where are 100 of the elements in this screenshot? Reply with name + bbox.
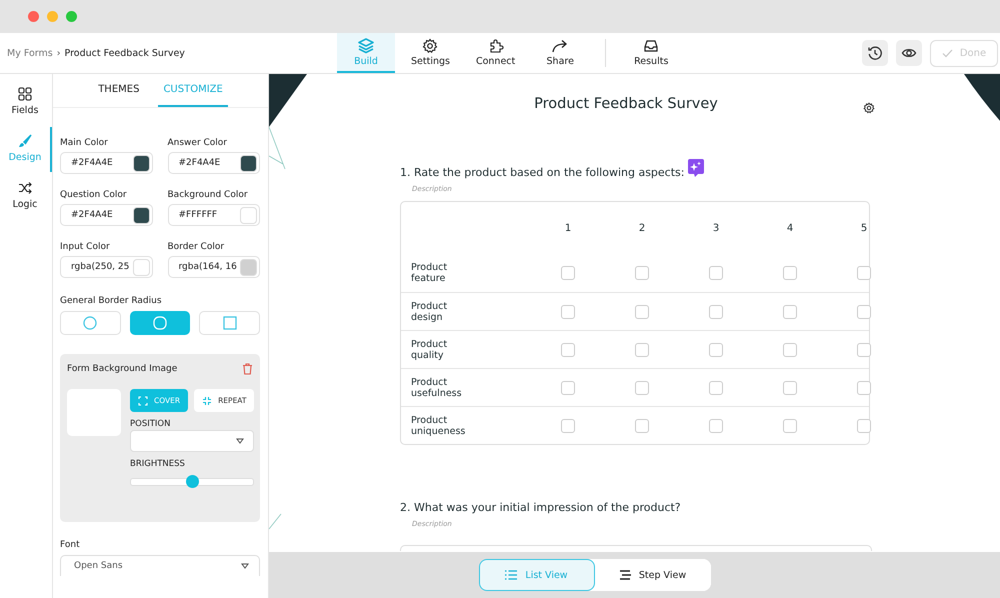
checkbox[interactable] [783, 418, 797, 432]
shrink-icon [202, 396, 212, 406]
checkbox[interactable] [635, 266, 649, 280]
breadcrumb-separator: › [56, 48, 61, 58]
preview-button[interactable] [896, 40, 922, 66]
maximize-icon[interactable] [66, 11, 77, 22]
inbox-icon [643, 38, 660, 54]
sidebar-item[interactable]: Logic [0, 174, 52, 219]
card-title: Form Background Image [67, 364, 178, 374]
square-icon [222, 316, 237, 330]
color-swatch[interactable] [132, 154, 150, 172]
field-label: Background Color [168, 190, 249, 200]
history-button[interactable] [862, 40, 888, 66]
column-header: 2 [638, 222, 646, 234]
column-header: 5 [860, 222, 868, 234]
checkbox[interactable] [709, 380, 723, 394]
nav-tab[interactable]: Connect [466, 33, 526, 73]
checkbox[interactable] [709, 304, 723, 318]
row-label: Product feature [410, 262, 448, 284]
field-label: POSITION [130, 419, 172, 429]
sidebar-item[interactable]: Fields [0, 80, 52, 125]
corner-shape [964, 74, 1000, 122]
question-text: 1. Rate the product based on the following aspects: [400, 165, 684, 179]
history-icon [867, 45, 883, 61]
brush-icon [18, 134, 32, 148]
checkbox[interactable] [783, 304, 797, 318]
row-label: Product quality [410, 338, 448, 360]
color-input[interactable]: #2F4A4E [60, 152, 152, 174]
color-input[interactable]: rgba(250, 25 [60, 256, 152, 278]
field-label: Main Color [60, 138, 109, 148]
color-input[interactable]: rgba(164, 16 [168, 256, 260, 278]
breadcrumb-current: Product Feedback Survey [64, 48, 185, 58]
breadcrumb-link[interactable]: My Forms [7, 48, 53, 58]
checkbox[interactable] [561, 304, 575, 318]
checkbox[interactable] [635, 342, 649, 356]
answer-field[interactable] [400, 545, 872, 551]
color-input[interactable]: #2F4A4E [60, 204, 152, 226]
panel-tab[interactable]: THEMES [93, 74, 144, 107]
color-swatch[interactable] [240, 154, 257, 172]
checkbox[interactable] [635, 418, 649, 432]
checkbox[interactable] [857, 266, 871, 280]
position-dropdown[interactable] [130, 430, 254, 452]
checkbox[interactable] [709, 342, 723, 356]
caret-icon [236, 438, 244, 444]
checkbox[interactable] [561, 418, 575, 432]
checkbox[interactable] [635, 380, 649, 394]
grid-icon [18, 87, 32, 101]
sparkle-icon[interactable] [688, 159, 704, 177]
field-label: General Border Radius [60, 296, 163, 306]
column-header: 1 [564, 222, 572, 234]
decorative-line [269, 514, 282, 530]
settings-icon[interactable] [863, 102, 875, 114]
color-swatch[interactable] [240, 258, 257, 276]
question-text: 2. What was your initial impression of the product? [400, 501, 681, 514]
trash-icon[interactable] [242, 363, 253, 375]
field-label: Font [60, 540, 81, 550]
font-dropdown[interactable]: Open Sans [60, 555, 260, 576]
nav-tab[interactable]: Results [622, 33, 680, 73]
field-label: Border Color [168, 242, 226, 252]
checkbox[interactable] [561, 380, 575, 394]
color-input[interactable]: #FFFFFF [168, 204, 260, 226]
checkbox[interactable] [561, 342, 575, 356]
brightness-slider[interactable] [130, 478, 254, 486]
close-icon[interactable] [28, 11, 39, 22]
field-label: Question Color [60, 190, 128, 200]
color-swatch[interactable] [132, 206, 150, 224]
expand-icon [138, 396, 148, 406]
caret-icon [241, 563, 249, 569]
minimize-icon[interactable] [47, 11, 58, 22]
color-swatch[interactable] [240, 206, 257, 224]
field-label: Input Color [60, 242, 111, 252]
shuffle-icon [18, 181, 32, 195]
checkbox[interactable] [857, 380, 871, 394]
column-header: 3 [712, 222, 720, 234]
survey-title: Product Feedback Survey [534, 96, 718, 112]
checkbox[interactable] [709, 266, 723, 280]
slider-thumb[interactable] [186, 475, 200, 488]
field-label: BRIGHTNESS [130, 459, 186, 469]
checkbox[interactable] [561, 266, 575, 280]
checkbox[interactable] [783, 342, 797, 356]
color-input[interactable]: #2F4A4E [168, 152, 260, 174]
gear-icon [422, 38, 438, 54]
nav-tab[interactable]: Share [531, 33, 590, 73]
checkbox[interactable] [709, 418, 723, 432]
checkbox[interactable] [857, 418, 871, 432]
lines-icon [618, 570, 631, 580]
radius-option[interactable] [130, 311, 190, 335]
checkbox[interactable] [783, 380, 797, 394]
decorative-line [269, 126, 286, 170]
checkbox[interactable] [857, 304, 871, 318]
color-swatch[interactable] [132, 258, 150, 276]
layers-icon [358, 38, 374, 54]
rounded-square-icon [153, 316, 167, 330]
nav-tab[interactable]: Settings [401, 33, 460, 73]
checkbox[interactable] [857, 342, 871, 356]
list-icon [505, 570, 518, 580]
check-icon [942, 48, 953, 58]
checkbox[interactable] [635, 304, 649, 318]
field-label: Answer Color [168, 138, 228, 148]
checkbox[interactable] [783, 266, 797, 280]
